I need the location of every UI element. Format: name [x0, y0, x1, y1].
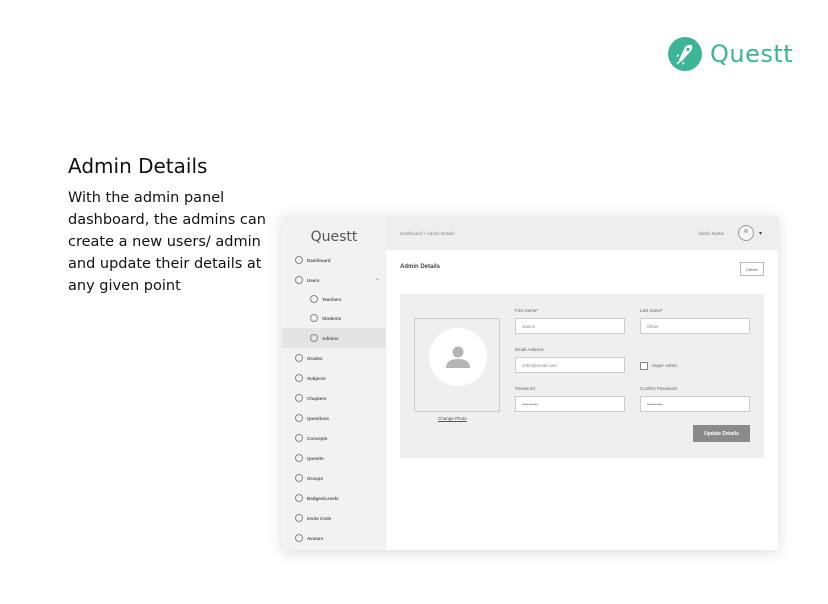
users-icon	[295, 276, 303, 284]
questts-icon	[295, 454, 303, 462]
sidebar-logo: Questt	[310, 229, 358, 245]
sidebar-item-grades[interactable]: Grades	[282, 348, 386, 368]
sidebar: Questt Dashboard Users ⌄ Teachers Studen…	[282, 216, 386, 550]
sidebar-item-questts[interactable]: Questts	[282, 448, 386, 468]
sidebar-item-label: Chapters	[307, 395, 327, 401]
breadcrumb[interactable]: Dashboard > Admin Details	[400, 231, 455, 236]
sidebar-item-label: Invite Code	[307, 515, 332, 521]
user-placeholder-icon	[429, 328, 487, 386]
sidebar-item-dashboard[interactable]: Dashboard	[282, 250, 386, 270]
sidebar-item-students[interactable]: Students	[282, 308, 386, 328]
page-headline: Admin Details	[68, 154, 208, 178]
sidebar-item-subjects[interactable]: Subjects	[282, 368, 386, 388]
sidebar-item-label: Students	[322, 315, 342, 321]
super-admin-label: Super Admin	[652, 363, 678, 368]
avatars-icon	[295, 534, 303, 542]
first-name-label: First name*	[515, 308, 539, 313]
last-name-input[interactable]: Oliver	[640, 318, 750, 334]
last-name-label: Last name*	[640, 308, 663, 313]
dashboard-icon	[295, 256, 303, 264]
chapters-icon	[295, 394, 303, 402]
first-name-input[interactable]: Janice	[515, 318, 625, 334]
sidebar-item-badges-levels[interactable]: Badges/Levels	[282, 488, 386, 508]
change-photo-link[interactable]: Change Photo	[438, 416, 467, 421]
questions-icon	[295, 414, 303, 422]
groups-icon	[295, 474, 303, 482]
caret-down-icon[interactable]: ▾	[759, 230, 762, 237]
update-details-button[interactable]: Update Details	[693, 425, 750, 442]
sidebar-item-label: Avatars	[307, 535, 324, 541]
concepts-icon	[295, 434, 303, 442]
sidebar-item-label: Grades	[307, 355, 323, 361]
top-bar: Dashboard > Admin Details Admin Name ▾	[386, 216, 778, 250]
admin-panel-mockup: Questt Dashboard Users ⌄ Teachers Studen…	[282, 216, 778, 550]
admin-form-card: Change Photo First name* Janice Last nam…	[400, 294, 764, 458]
sidebar-item-label: Concepts	[307, 435, 328, 441]
confirm-password-label: Confirm Password	[640, 386, 677, 391]
password-field[interactable]: ••••••••••	[515, 396, 625, 412]
sidebar-item-invite-code[interactable]: Invite Code	[282, 508, 386, 528]
sidebar-item-label: Questts	[307, 455, 324, 461]
super-admin-checkbox[interactable]	[640, 362, 648, 370]
sidebar-item-avatars[interactable]: Avatars	[282, 528, 386, 548]
admin-name[interactable]: Admin Name	[698, 231, 724, 236]
brand-logo: Questt	[668, 36, 793, 72]
email-field[interactable]: John@email.com	[515, 357, 625, 373]
sidebar-item-admins[interactable]: Admins	[282, 328, 386, 348]
photo-frame[interactable]	[414, 318, 500, 412]
students-icon	[310, 314, 318, 322]
sidebar-item-label: Questions	[307, 415, 330, 421]
sidebar-item-chapters[interactable]: Chapters	[282, 388, 386, 408]
confirm-password-field[interactable]: ••••••••••	[640, 396, 750, 412]
sidebar-item-teachers[interactable]: Teachers	[282, 289, 386, 309]
sidebar-item-label: Groups	[307, 475, 324, 481]
rocket-icon	[668, 37, 702, 71]
badges-icon	[295, 494, 303, 502]
admins-icon	[310, 334, 318, 342]
password-label: Password	[515, 386, 535, 391]
sidebar-item-concepts[interactable]: Concepts	[282, 428, 386, 448]
sidebar-item-users[interactable]: Users ⌄	[282, 270, 386, 290]
sidebar-item-label: Badges/Levels	[307, 495, 339, 501]
chevron-down-icon: ⌄	[374, 276, 380, 282]
description-text: With the admin panel dashboard, the admi…	[68, 190, 266, 294]
sidebar-item-label: Dashboard	[307, 257, 331, 263]
subjects-icon	[295, 374, 303, 382]
sidebar-item-questions[interactable]: Questions	[282, 408, 386, 428]
teachers-icon	[310, 295, 318, 303]
page-title: Admin Details	[400, 264, 441, 270]
email-label: Email Address	[515, 347, 544, 352]
sidebar-item-label: Teachers	[322, 296, 342, 302]
invite-code-icon	[295, 514, 303, 522]
sidebar-item-groups[interactable]: Groups	[282, 468, 386, 488]
avatar[interactable]	[738, 225, 754, 241]
grades-icon	[295, 354, 303, 362]
sidebar-item-label: Subjects	[307, 375, 326, 381]
sidebar-item-label: Users	[307, 277, 320, 283]
brand-name: Questt	[710, 40, 794, 68]
delete-button[interactable]: Delete	[740, 262, 764, 276]
sidebar-item-label: Admins	[322, 335, 339, 341]
